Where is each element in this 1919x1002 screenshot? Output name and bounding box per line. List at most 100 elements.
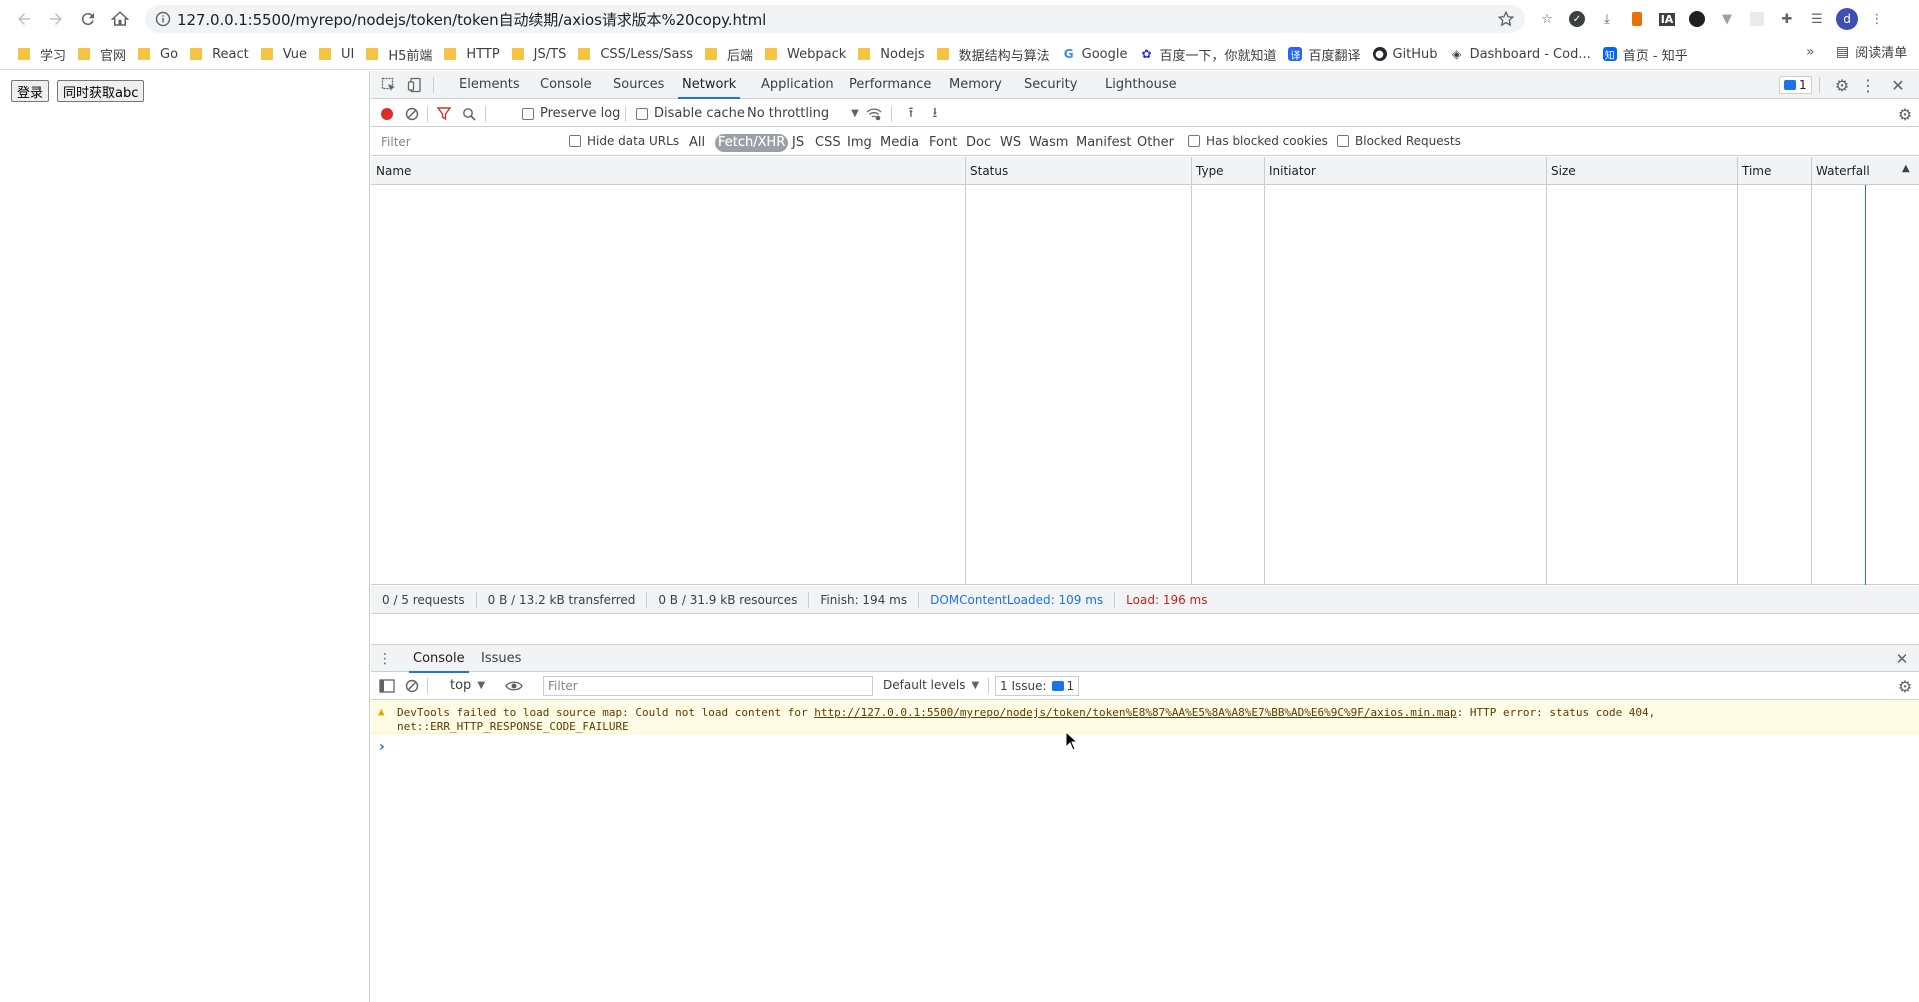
column-header-time[interactable]: Time	[1737, 157, 1771, 185]
tab-performance[interactable]: Performance	[845, 71, 935, 99]
bookmark-folder[interactable]: Vue	[260, 42, 307, 66]
filter-type-doc[interactable]: Doc	[964, 134, 993, 152]
column-header-waterfall[interactable]: Waterfall	[1811, 157, 1870, 185]
reading-list-button[interactable]: ▤ 阅读清单	[1836, 42, 1907, 62]
network-settings-icon[interactable]: ⚙	[1896, 105, 1914, 124]
site-info-icon[interactable]	[149, 11, 177, 27]
tab-sources[interactable]: Sources	[609, 71, 668, 99]
close-drawer-icon[interactable]: ✕	[1893, 650, 1911, 668]
bookmarks-more-button[interactable]: »	[1806, 44, 1815, 60]
drawer-tab-issues[interactable]: Issues	[477, 645, 525, 673]
column-header-type[interactable]: Type	[1191, 157, 1224, 185]
puzzle-icon[interactable]: ✚	[1775, 7, 1799, 31]
bookmark-folder[interactable]: UI	[318, 42, 354, 66]
issues-badge[interactable]: 1	[1779, 76, 1812, 94]
bookmark-folder[interactable]: 后端	[705, 42, 753, 66]
live-expression-eye-icon[interactable]	[505, 678, 523, 694]
filter-type-other[interactable]: Other	[1135, 134, 1176, 152]
preserve-log-checkbox[interactable]: Preserve log	[522, 106, 620, 121]
download-icon[interactable]: ⤓	[1595, 7, 1619, 31]
back-icon[interactable]	[12, 7, 36, 31]
filter-type-font[interactable]: Font	[927, 134, 959, 152]
settings-gear-icon[interactable]: ⚙	[1833, 76, 1851, 95]
console-filter-input[interactable]: Filter	[543, 676, 873, 696]
throttling-select[interactable]: No throttling ▼	[747, 106, 859, 121]
has-blocked-cookies-checkbox[interactable]: Has blocked cookies	[1188, 134, 1328, 148]
check-extension-icon[interactable]: ✓	[1565, 7, 1589, 31]
column-header-initiator[interactable]: Initiator	[1264, 157, 1316, 185]
bookmark-folder[interactable]: 学习	[18, 42, 66, 66]
drawer-tab-console[interactable]: Console	[409, 645, 469, 673]
tab-console[interactable]: Console	[536, 71, 596, 99]
fetch-abc-button[interactable]: 同时获取abc	[57, 80, 145, 102]
filter-type-js[interactable]: JS	[790, 134, 806, 152]
tab-memory[interactable]: Memory	[945, 71, 1006, 99]
address-bar[interactable]: 127.0.0.1:5500/myrepo/nodejs/token/token…	[145, 5, 1525, 33]
filter-type-ws[interactable]: WS	[998, 134, 1023, 152]
profile-avatar[interactable]: d	[1835, 7, 1859, 31]
filter-type-manifest[interactable]: Manifest	[1074, 134, 1133, 152]
circle-extension-icon[interactable]	[1685, 7, 1709, 31]
more-options-icon[interactable]: ⋮	[1859, 76, 1877, 95]
bookmark-folder[interactable]: HTTP	[444, 42, 500, 66]
disable-cache-checkbox[interactable]: Disable cache	[636, 106, 745, 121]
bookmark-baidu[interactable]: ✿ 百度一下，你就知道	[1139, 42, 1276, 66]
ia-extension-icon[interactable]: IA	[1655, 7, 1679, 31]
filter-type-media[interactable]: Media	[878, 134, 921, 152]
filter-type-img[interactable]: Img	[845, 134, 874, 152]
bookmark-folder[interactable]: 官网	[78, 42, 126, 66]
reload-icon[interactable]	[76, 7, 100, 31]
filter-type-css[interactable]: CSS	[813, 134, 843, 152]
bookmark-github[interactable]: ● GitHub	[1372, 42, 1438, 66]
tab-lighthouse[interactable]: Lighthouse	[1101, 71, 1181, 99]
device-toggle-icon[interactable]	[406, 76, 424, 94]
column-header-status[interactable]: Status	[965, 157, 1008, 185]
tab-application[interactable]: Application	[757, 71, 838, 99]
bookmark-folder[interactable]: Nodejs	[858, 42, 925, 66]
console-prompt[interactable]: ›	[379, 739, 385, 755]
bookmark-star-icon[interactable]	[1497, 10, 1515, 32]
filter-type-fetch-xhr[interactable]: Fetch/XHR	[715, 134, 789, 152]
bookmark-folder[interactable]: H5前端	[366, 42, 432, 66]
lock-extension-icon[interactable]	[1625, 7, 1649, 31]
inspect-element-icon[interactable]	[380, 76, 398, 94]
column-header-size[interactable]: Size	[1546, 157, 1576, 185]
column-header-name[interactable]: Name	[371, 157, 411, 185]
blank-extension-icon[interactable]	[1745, 7, 1769, 31]
bookmark-folder[interactable]: 数据结构与算法	[936, 42, 1050, 66]
export-har-icon[interactable]: ⭳	[927, 105, 943, 122]
filter-funnel-icon[interactable]	[436, 106, 452, 122]
bookmark-zhihu[interactable]: 知首页 - 知乎	[1602, 42, 1688, 66]
context-select[interactable]: top ▼	[450, 678, 485, 693]
home-icon[interactable]	[108, 7, 132, 31]
import-har-icon[interactable]: ⭱	[903, 105, 919, 122]
clear-icon[interactable]	[404, 106, 420, 122]
hide-data-urls-checkbox[interactable]: Hide data URLs	[569, 134, 679, 148]
record-icon[interactable]	[379, 106, 395, 122]
bookmark-folder[interactable]: React	[190, 42, 249, 66]
network-conditions-icon[interactable]	[865, 106, 883, 122]
console-settings-icon[interactable]: ⚙	[1896, 677, 1914, 696]
sidebar-toggle-icon[interactable]	[379, 678, 395, 694]
bookmark-folder[interactable]: JS/TS	[511, 42, 566, 66]
bookmark-dashboard[interactable]: ◈ Dashboard - Cod...	[1450, 42, 1591, 66]
network-filter-input[interactable]: Filter	[377, 133, 553, 151]
issues-counter-button[interactable]: 1 Issue: 1	[995, 676, 1080, 696]
log-levels-select[interactable]: Default levels ▼	[883, 678, 979, 692]
forward-icon[interactable]	[44, 7, 68, 31]
bookmark-folder[interactable]: CSS/Less/Sass	[578, 42, 693, 66]
filter-type-wasm[interactable]: Wasm	[1027, 134, 1070, 152]
login-button[interactable]: 登录	[11, 80, 50, 102]
tab-elements[interactable]: Elements	[455, 71, 524, 99]
blocked-requests-checkbox[interactable]: Blocked Requests	[1337, 134, 1461, 148]
bookmark-folder[interactable]: Webpack	[765, 42, 846, 66]
drawer-menu-icon[interactable]: ⋮	[378, 650, 392, 668]
vue-extension-icon[interactable]: ▼	[1715, 7, 1739, 31]
reading-star-icon[interactable]: ☆	[1535, 7, 1559, 31]
clear-console-icon[interactable]	[404, 678, 420, 694]
bookmark-google[interactable]: G Google	[1062, 42, 1128, 66]
close-devtools-icon[interactable]: ✕	[1889, 76, 1907, 95]
tab-security[interactable]: Security	[1020, 71, 1081, 99]
filter-type-all[interactable]: All	[687, 134, 707, 152]
source-map-link[interactable]: http://127.0.0.1:5500/myrepo/nodejs/toke…	[814, 706, 1456, 719]
